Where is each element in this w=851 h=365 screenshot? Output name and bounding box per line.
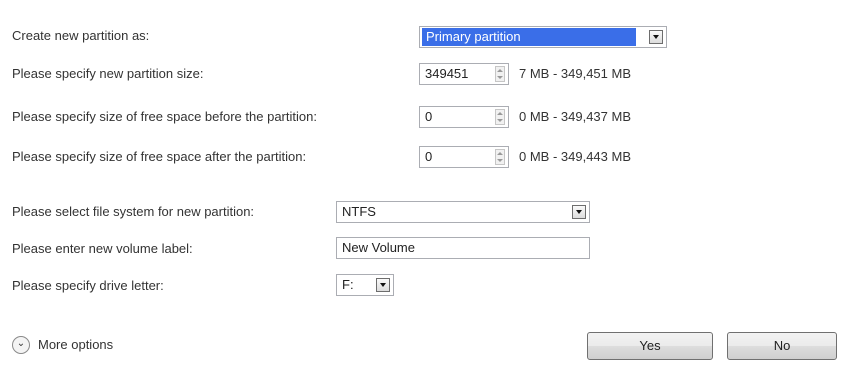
free-after-label: Please specify size of free space after … [12, 149, 307, 164]
dropdown-arrow-icon[interactable] [572, 205, 586, 219]
dropdown-arrow-icon[interactable] [649, 30, 663, 44]
free-before-label: Please specify size of free space before… [12, 109, 317, 124]
more-options-link[interactable]: More options [38, 336, 113, 354]
dropdown-arrow-icon[interactable] [376, 278, 390, 292]
drive-letter-label: Please specify drive letter: [12, 278, 164, 293]
yes-button[interactable]: Yes [587, 332, 713, 360]
partition-type-label: Create new partition as: [12, 28, 150, 43]
spinner-arrows-icon[interactable] [495, 149, 505, 165]
partition-size-label: Please specify new partition size: [12, 66, 204, 81]
file-system-dropdown[interactable]: NTFS [336, 201, 590, 223]
volume-label-label: Please enter new volume label: [12, 241, 193, 256]
free-before-stepper[interactable]: 0 [419, 106, 509, 128]
partition-size-stepper[interactable]: 349451 [419, 63, 509, 85]
free-after-value: 0 [425, 149, 433, 164]
partition-size-value: 349451 [425, 66, 469, 81]
spinner-arrows-icon[interactable] [495, 109, 505, 125]
partition-size-range: 7 MB - 349,451 MB [519, 66, 631, 81]
volume-label-value: New Volume [342, 240, 415, 255]
partition-type-dropdown[interactable]: Primary partition [419, 26, 667, 48]
file-system-value: NTFS [342, 204, 376, 219]
drive-letter-dropdown[interactable]: F: [336, 274, 394, 296]
partition-type-value: Primary partition [422, 28, 636, 46]
spinner-arrows-icon[interactable] [495, 66, 505, 82]
free-before-range: 0 MB - 349,437 MB [519, 109, 631, 124]
free-before-value: 0 [425, 109, 433, 124]
free-after-stepper[interactable]: 0 [419, 146, 509, 168]
drive-letter-value: F: [342, 277, 354, 292]
no-button[interactable]: No [727, 332, 837, 360]
double-chevron-down-icon[interactable]: ⌄ [12, 336, 30, 354]
volume-label-input[interactable]: New Volume [336, 237, 590, 259]
free-after-range: 0 MB - 349,443 MB [519, 149, 631, 164]
file-system-label: Please select file system for new partit… [12, 204, 255, 219]
